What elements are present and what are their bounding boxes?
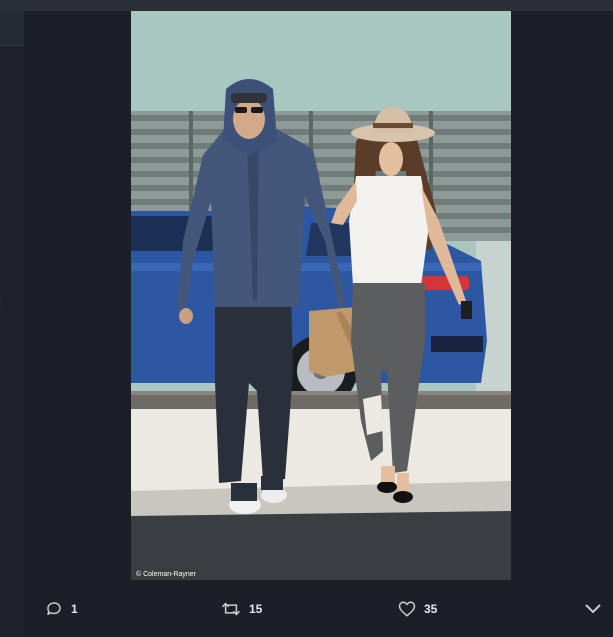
tweet-actions-bar: 1 15 35 — [24, 580, 613, 637]
photo-credit: © Coleman-Rayner — [133, 570, 200, 579]
reply-icon — [45, 600, 63, 618]
retweet-count: 15 — [249, 602, 263, 616]
photo-illustration — [131, 11, 511, 580]
side-panel — [0, 11, 25, 637]
more-options-button[interactable] — [582, 598, 604, 618]
previous-arrow-icon[interactable]: ‹ — [0, 296, 8, 312]
heart-icon — [398, 600, 416, 618]
like-button[interactable]: 35 — [398, 599, 437, 619]
side-panel-header — [0, 11, 24, 46]
retweet-button[interactable]: 15 — [221, 599, 262, 619]
reply-button[interactable]: 1 — [45, 599, 78, 619]
reply-count: 1 — [71, 602, 78, 616]
like-count: 35 — [424, 602, 438, 616]
chevron-down-icon — [582, 604, 604, 622]
retweet-icon — [221, 600, 241, 618]
tweet-photo[interactable]: © Coleman-Rayner — [131, 11, 511, 580]
media-viewer: ‹ — [0, 0, 613, 637]
top-bar — [0, 0, 613, 11]
